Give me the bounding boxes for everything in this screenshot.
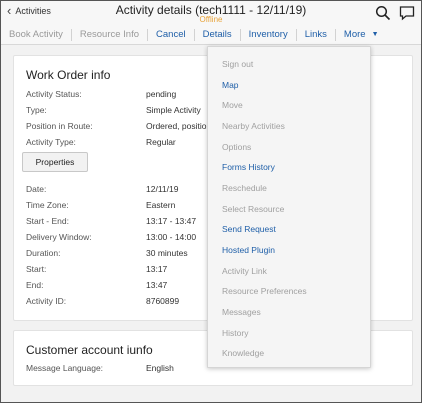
field-value: 30 minutes [146,248,188,258]
action-toolbar: Book Activity Resource Info Cancel Detai… [1,25,421,45]
details-button[interactable]: Details [195,28,241,41]
links-button[interactable]: Links [297,28,336,41]
field-value: Eastern [146,200,176,210]
cancel-button[interactable]: Cancel [148,28,195,41]
properties-button[interactable]: Properties [22,152,88,172]
menu-item-forms-history[interactable]: Forms History [222,162,275,172]
menu-item-map[interactable]: Map [222,80,239,90]
field-value: 13:17 - 13:47 [146,216,197,226]
offline-status: Offline [199,15,223,24]
app-frame: ‹ Activities Activity details (tech1111 … [0,0,422,403]
menu-item-options[interactable]: Options [222,142,251,152]
field-label: Activity ID: [26,296,67,306]
menu-item-history[interactable]: History [222,328,248,338]
field-value: 8760899 [146,296,180,306]
field-label: Delivery Window: [26,232,92,242]
menu-item-knowledge[interactable]: Knowledge [222,348,264,358]
menu-item-nearby-activities[interactable]: Nearby Activities [222,121,285,131]
customer-title: Customer account iunfo [26,343,153,357]
field-label: Position in Route: [26,121,93,131]
title-bar: ‹ Activities Activity details (tech1111 … [1,1,421,25]
menu-item-sign-out[interactable]: Sign out [222,59,253,69]
work-order-title: Work Order info [26,68,111,82]
field-label: Date: [26,184,47,194]
field-value: 13:17 [146,264,168,274]
field-label: Start: [26,264,47,274]
more-dropdown-menu: Sign out Map Move Nearby Activities Opti… [207,46,371,368]
menu-item-select-resource[interactable]: Select Resource [222,204,284,214]
search-icon[interactable] [375,5,391,21]
triangle-down-icon: ▼ [371,30,379,38]
field-value: Ordered, positio [146,121,207,131]
field-value: 13:47 [146,280,168,290]
field-label: Duration: [26,248,61,258]
field-value: English [146,363,174,373]
more-label: More [343,28,366,40]
menu-item-hosted-plugin[interactable]: Hosted Plugin [222,245,275,255]
book-activity-button[interactable]: Book Activity [1,28,72,41]
menu-item-reschedule[interactable]: Reschedule [222,183,267,193]
chat-icon[interactable] [399,5,415,21]
field-value: pending [146,89,177,99]
menu-item-activity-link[interactable]: Activity Link [222,266,267,276]
field-value: 13:00 - 14:00 [146,232,197,242]
menu-item-move[interactable]: Move [222,100,243,110]
field-label: Time Zone: [26,200,69,210]
field-value: 12/11/19 [146,184,179,194]
field-label: Type: [26,105,47,115]
field-label: End: [26,280,44,290]
field-label: Activity Status: [26,89,82,99]
menu-item-messages[interactable]: Messages [222,307,261,317]
field-label: Start - End: [26,216,69,226]
field-value: Simple Activity [146,105,201,115]
menu-item-send-request[interactable]: Send Request [222,224,276,234]
field-label: Message Language: [26,363,104,373]
inventory-button[interactable]: Inventory [241,28,297,41]
menu-item-resource-preferences[interactable]: Resource Preferences [222,286,307,296]
resource-info-button[interactable]: Resource Info [72,28,149,41]
more-button[interactable]: More ▼ [336,29,387,41]
field-label: Activity Type: [26,137,76,147]
field-value: Regular [146,137,176,147]
